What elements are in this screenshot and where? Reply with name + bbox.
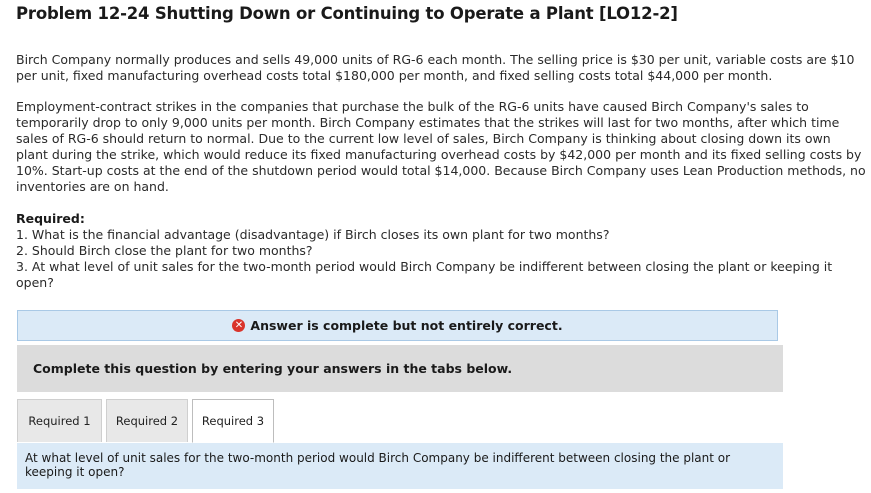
required-item-3: 3. At what level of unit sales for the t… xyxy=(16,259,833,290)
instructions-text: Complete this question by entering your … xyxy=(33,361,513,376)
problem-page: Problem 12-24 Shutting Down or Continuin… xyxy=(0,0,871,493)
required-item-1: 1. What is the financial advantage (disa… xyxy=(16,227,610,242)
answer-status-banner: ✕ Answer is complete but not entirely co… xyxy=(17,310,778,341)
required-section: Required: 1. What is the financial advan… xyxy=(16,211,866,291)
instructions-bar: Complete this question by entering your … xyxy=(17,345,783,392)
tab-required-1[interactable]: Required 1 xyxy=(17,399,102,442)
tab-required-2[interactable]: Required 2 xyxy=(106,399,188,442)
problem-title: Problem 12-24 Shutting Down or Continuin… xyxy=(16,4,678,23)
required-tabs: Required 1 Required 2 Required 3 xyxy=(17,399,278,443)
tab-required-3[interactable]: Required 3 xyxy=(192,399,274,443)
problem-paragraph-1: Birch Company normally produces and sell… xyxy=(16,52,855,83)
x-circle-icon: ✕ xyxy=(232,319,246,332)
answer-status-text: Answer is complete but not entirely corr… xyxy=(250,318,563,333)
active-question-panel: At what level of unit sales for the two-… xyxy=(17,443,783,489)
required-item-2: 2. Should Birch close the plant for two … xyxy=(16,243,313,258)
required-heading: Required: xyxy=(16,211,85,226)
problem-paragraph-2: Employment-contract strikes in the compa… xyxy=(16,99,866,194)
active-question-text: At what level of unit sales for the two-… xyxy=(25,451,731,479)
